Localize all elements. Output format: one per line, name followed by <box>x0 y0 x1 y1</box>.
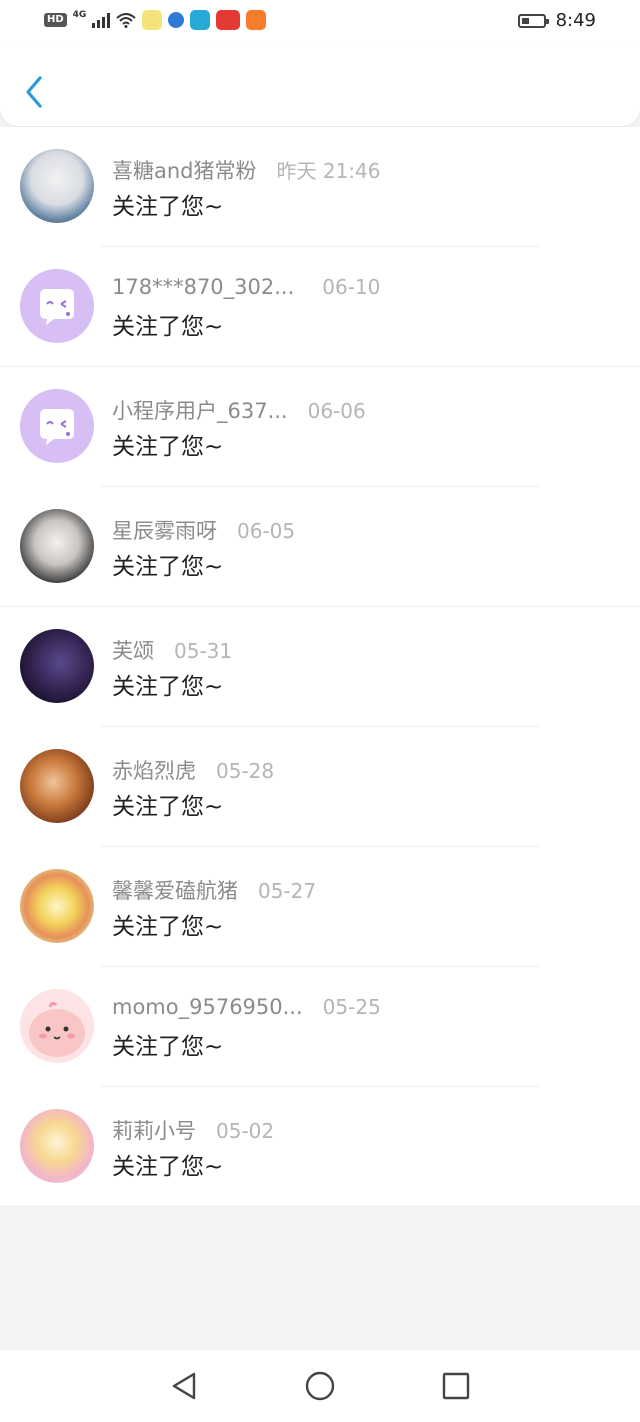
back-button[interactable] <box>18 72 50 112</box>
message-text: 关注了您~ <box>112 434 224 460</box>
timestamp: 05-27 <box>258 879 317 903</box>
list-item[interactable]: 小程序用户_637... 06-06 关注了您~ <box>0 367 640 487</box>
notification-list: 喜糖and猪常粉 昨天 21:46 关注了您~ 178***870_302...… <box>0 127 640 1207</box>
avatar[interactable] <box>20 149 94 223</box>
message-text: 关注了您~ <box>112 1154 224 1180</box>
list-item[interactable]: 芙颂 05-31 关注了您~ <box>0 607 640 727</box>
nav-home-button[interactable] <box>304 1370 336 1402</box>
message-text: 关注了您~ <box>112 674 224 700</box>
user-name[interactable]: 178***870_302... <box>112 275 294 299</box>
status-time: 8:49 <box>555 10 596 31</box>
message-text: 关注了您~ <box>112 794 224 820</box>
nav-back-button[interactable] <box>168 1370 200 1402</box>
avatar[interactable] <box>20 1109 94 1183</box>
timestamp: 昨天 21:46 <box>276 159 381 183</box>
battery-icon <box>517 13 549 28</box>
avatar[interactable] <box>20 389 94 463</box>
user-name[interactable]: 莉莉小号 <box>112 1115 196 1145</box>
wifi-icon <box>116 12 136 28</box>
avatar[interactable] <box>20 629 94 703</box>
user-name[interactable]: 喜糖and猪常粉 <box>112 155 257 185</box>
avatar[interactable] <box>20 989 94 1063</box>
chat-bubble-icon <box>40 409 74 445</box>
video-notification-icon <box>246 10 267 30</box>
status-bar: HD 4G 8:49 <box>0 0 640 44</box>
list-item[interactable]: 莉莉小号 05-02 关注了您~ <box>0 1087 640 1207</box>
avatar[interactable] <box>20 269 94 343</box>
reader-notification-icon <box>190 10 211 30</box>
message-text: 关注了您~ <box>112 194 224 220</box>
triangle-back-icon <box>172 1372 196 1400</box>
user-name[interactable]: 赤焰烈虎 <box>112 755 196 785</box>
header-bar <box>0 44 640 126</box>
chat-bubble-icon <box>40 289 74 325</box>
square-recents-icon <box>442 1372 470 1400</box>
pink-creature-icon <box>29 1001 85 1057</box>
user-name[interactable]: 星辰雾雨呀 <box>112 515 217 545</box>
network-type: 4G <box>72 10 87 20</box>
avatar[interactable] <box>20 749 94 823</box>
list-item[interactable]: 178***870_302... 06-10 关注了您~ <box>0 247 640 367</box>
list-item[interactable]: 星辰雾雨呀 06-05 关注了您~ <box>0 487 640 607</box>
chevron-left-icon <box>26 76 42 108</box>
timestamp: 05-28 <box>216 759 275 783</box>
hd-badge: HD <box>44 13 67 27</box>
avatar[interactable] <box>20 869 94 943</box>
user-name[interactable]: momo_9576950... <box>112 995 303 1019</box>
timestamp: 06-10 <box>322 275 381 299</box>
status-icons-right: 8:49 <box>517 10 596 31</box>
message-text: 关注了您~ <box>112 554 224 580</box>
timestamp: 05-31 <box>174 639 233 663</box>
app-notification-icon <box>142 10 163 30</box>
signal-icon <box>92 12 111 28</box>
timestamp: 05-02 <box>216 1119 275 1143</box>
list-item[interactable]: momo_9576950... 05-25 关注了您~ <box>0 967 640 1087</box>
message-text: 关注了您~ <box>112 314 224 340</box>
user-name[interactable]: 馨馨爱磕航猪 <box>112 875 238 905</box>
timestamp: 05-25 <box>322 995 381 1019</box>
list-item[interactable]: 喜糖and猪常粉 昨天 21:46 关注了您~ <box>0 127 640 247</box>
toutiao-notification-icon <box>216 10 241 30</box>
message-text: 关注了您~ <box>112 1034 224 1060</box>
list-item[interactable]: 馨馨爱磕航猪 05-27 关注了您~ <box>0 847 640 967</box>
system-nav-bar <box>0 1350 640 1422</box>
user-name[interactable]: 芙颂 <box>112 635 154 665</box>
avatar[interactable] <box>20 509 94 583</box>
list-item[interactable]: 赤焰烈虎 05-28 关注了您~ <box>0 727 640 847</box>
status-icons-left: HD 4G <box>44 10 267 30</box>
browser-notification-icon <box>168 12 185 28</box>
timestamp: 06-06 <box>307 399 366 423</box>
message-text: 关注了您~ <box>112 914 224 940</box>
user-name[interactable]: 小程序用户_637... <box>112 395 288 425</box>
nav-recents-button[interactable] <box>440 1370 472 1402</box>
timestamp: 06-05 <box>237 519 296 543</box>
circle-home-icon <box>305 1371 335 1401</box>
divider <box>0 1206 640 1207</box>
